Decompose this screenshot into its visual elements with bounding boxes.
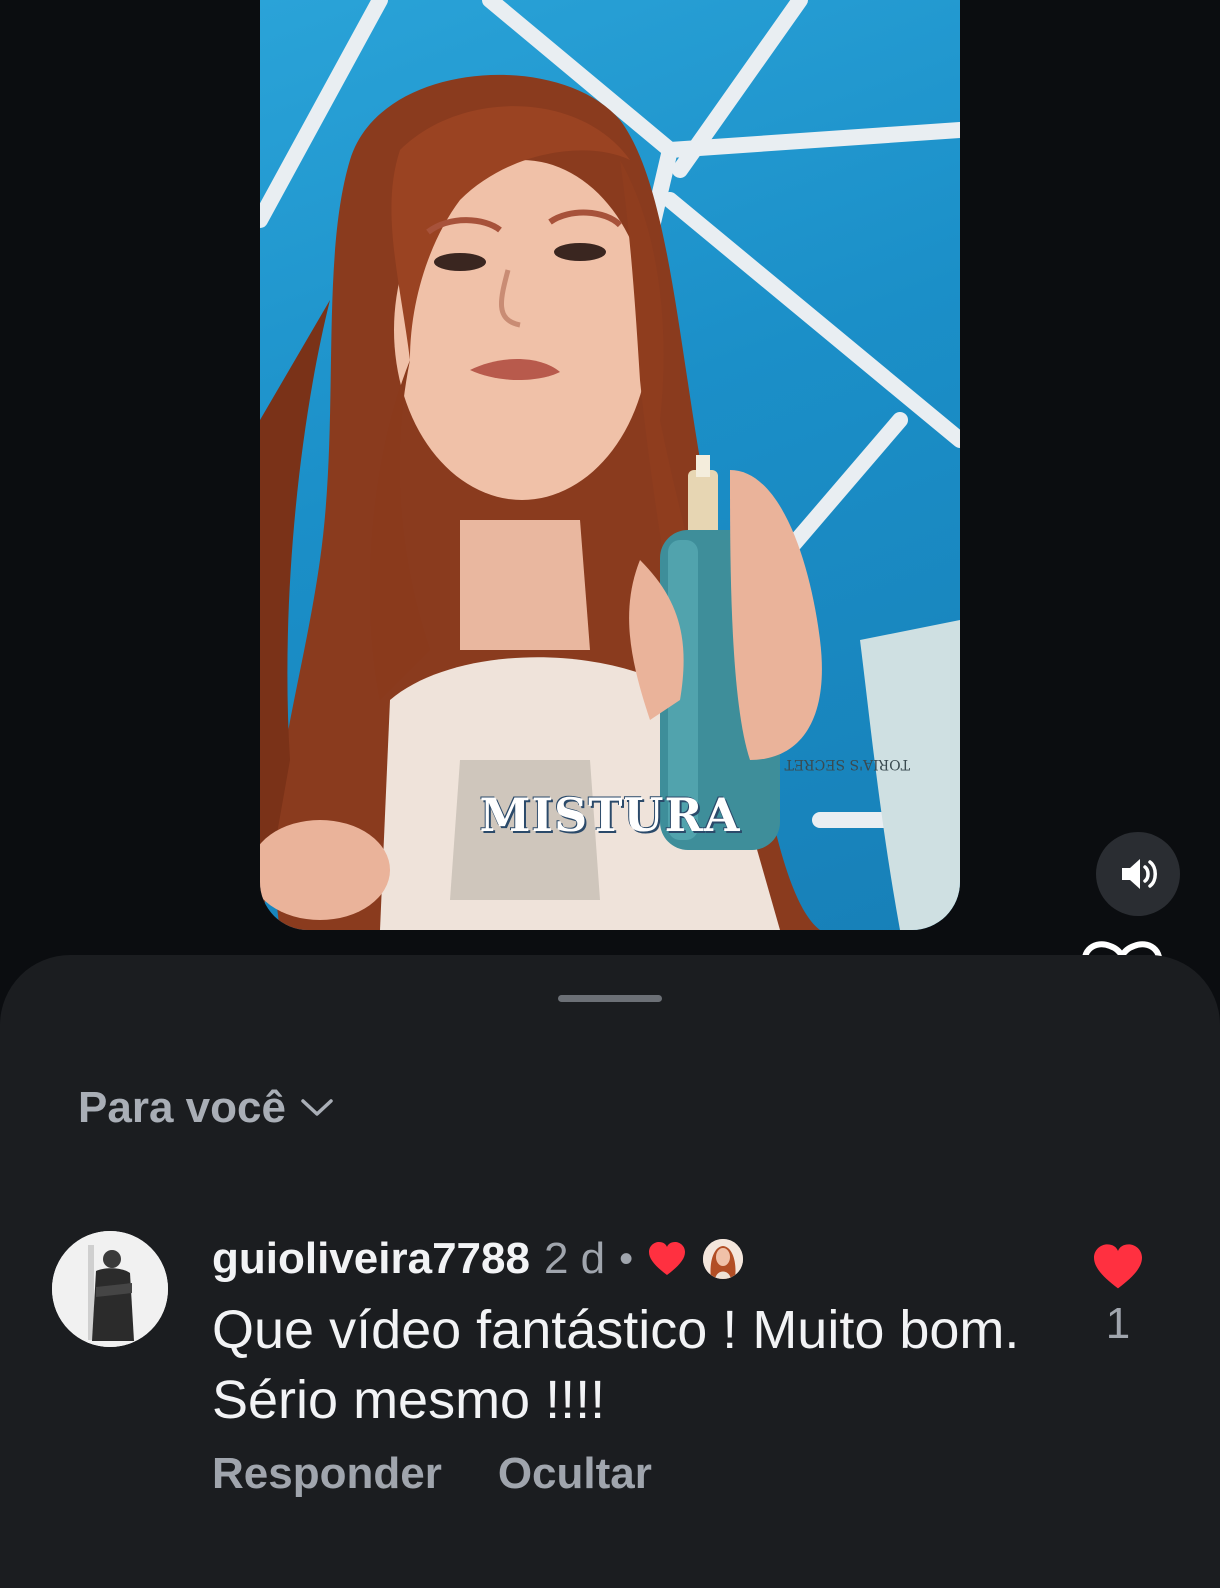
product-label: TORIA'S SECRET	[784, 756, 910, 772]
like-count: 1	[1105, 1299, 1131, 1348]
reel-video[interactable]: TORIA'S SECRET MISTURA	[260, 0, 960, 930]
meta-separator: •	[619, 1236, 634, 1281]
comment-text: Que vídeo fantástico ! Muito bom. Sério …	[212, 1300, 1020, 1430]
heart-filled-icon	[1094, 1244, 1142, 1289]
comment-username[interactable]: guioliveira7788	[212, 1234, 530, 1284]
creator-avatar	[701, 1237, 746, 1281]
comment-actions: Responder Ocultar	[212, 1449, 652, 1499]
video-caption: MISTURA	[479, 788, 741, 842]
speaker-on-icon	[1122, 859, 1157, 889]
reply-button[interactable]: Responder	[212, 1449, 442, 1499]
avatar-image	[52, 1231, 168, 1347]
comment-timestamp: 2 d	[543, 1234, 606, 1283]
filter-label: Para você	[78, 1083, 286, 1132]
comment-like-button[interactable]: 1	[1088, 1243, 1148, 1349]
comment-meta: guioliveira7788 2 d •	[212, 1231, 746, 1287]
hide-button[interactable]: Ocultar	[498, 1449, 652, 1499]
comment-item: guioliveira7788 2 d • Que vídeo fantásti…	[52, 1231, 1182, 1531]
comments-sheet: Para você guioliveira7788 2 d • Que víde…	[0, 955, 1220, 1588]
drag-handle[interactable]	[558, 995, 662, 1002]
sound-toggle-button[interactable]	[1096, 832, 1180, 916]
avatar[interactable]	[52, 1231, 168, 1347]
creator-avatar-image	[703, 1239, 744, 1279]
heart-filled-icon	[649, 1242, 686, 1275]
comment-filter-dropdown[interactable]: Para você	[78, 1083, 334, 1133]
chevron-down-icon	[301, 1099, 333, 1116]
